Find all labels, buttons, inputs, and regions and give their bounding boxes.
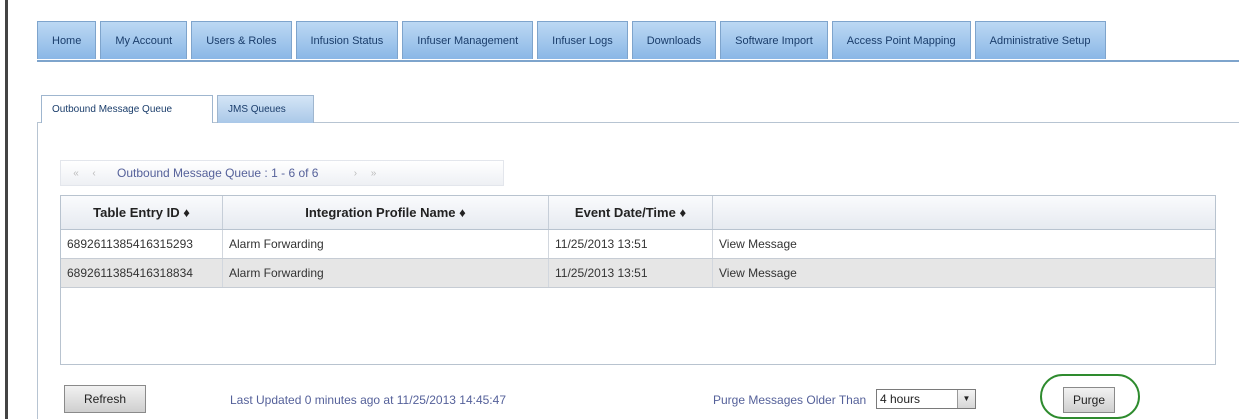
table-header-row: Table Entry ID ♦ Integration Profile Nam… xyxy=(61,196,1215,230)
cell-entry-id: 6892611385416315293 xyxy=(61,229,223,259)
cell-profile-name: Alarm Forwarding xyxy=(222,258,549,288)
subtab-outbound-message-queue[interactable]: Outbound Message Queue xyxy=(41,95,213,123)
table-row: 6892611385416315293 Alarm Forwarding 11/… xyxy=(61,229,1215,259)
tab-access-point-mapping[interactable]: Access Point Mapping xyxy=(831,21,971,59)
table-row: 6892611385416318834 Alarm Forwarding 11/… xyxy=(61,258,1215,288)
tab-home[interactable]: Home xyxy=(37,21,97,59)
dropdown-arrow-icon[interactable]: ▼ xyxy=(957,390,975,408)
tab-administrative-setup[interactable]: Administrative Setup xyxy=(974,21,1106,59)
next-page-button[interactable]: › xyxy=(346,168,364,179)
tab-infuser-management[interactable]: Infuser Management xyxy=(402,21,534,59)
tab-users-roles[interactable]: Users & Roles xyxy=(191,21,292,59)
left-border xyxy=(5,0,8,419)
col-header-table-entry-id[interactable]: Table Entry ID ♦ xyxy=(61,196,223,230)
prev-page-button[interactable]: ‹ xyxy=(85,168,103,179)
cell-entry-id: 6892611385416318834 xyxy=(61,258,223,288)
nav-divider xyxy=(37,60,1239,62)
purge-older-than-label: Purge Messages Older Than xyxy=(713,393,867,407)
view-message-link[interactable]: View Message xyxy=(712,229,1215,259)
subtab-jms-queues[interactable]: JMS Queues xyxy=(217,95,314,123)
view-message-link[interactable]: View Message xyxy=(712,258,1215,288)
message-queue-table: Table Entry ID ♦ Integration Profile Nam… xyxy=(60,195,1216,365)
first-page-button[interactable]: « xyxy=(67,168,85,179)
purge-age-value: 4 hours xyxy=(880,392,921,406)
tab-infusion-status[interactable]: Infusion Status xyxy=(295,21,399,59)
pagination-label: Outbound Message Queue : 1 - 6 of 6 xyxy=(117,166,319,180)
col-header-integration-profile-name[interactable]: Integration Profile Name ♦ xyxy=(222,196,549,230)
purge-button[interactable]: Purge xyxy=(1063,387,1115,413)
last-page-button[interactable]: » xyxy=(364,168,382,179)
tab-downloads[interactable]: Downloads xyxy=(631,21,717,59)
tab-software-import[interactable]: Software Import xyxy=(720,21,828,59)
tab-infuser-logs[interactable]: Infuser Logs xyxy=(537,21,628,59)
last-updated-text: Last Updated 0 minutes ago at 11/25/2013… xyxy=(230,393,506,407)
cell-event-datetime: 11/25/2013 13:51 xyxy=(548,258,713,288)
pagination-bar: « ‹ Outbound Message Queue : 1 - 6 of 6 … xyxy=(60,160,504,186)
cell-event-datetime: 11/25/2013 13:51 xyxy=(548,229,713,259)
tab-my-account[interactable]: My Account xyxy=(100,21,188,59)
col-header-event-datetime[interactable]: Event Date/Time ♦ xyxy=(548,196,713,230)
cell-profile-name: Alarm Forwarding xyxy=(222,229,549,259)
col-header-actions xyxy=(712,196,1215,230)
top-nav: Home My Account Users & Roles Infusion S… xyxy=(37,21,1110,61)
refresh-button[interactable]: Refresh xyxy=(64,385,146,413)
purge-age-select[interactable]: 4 hours ▼ xyxy=(876,389,976,409)
